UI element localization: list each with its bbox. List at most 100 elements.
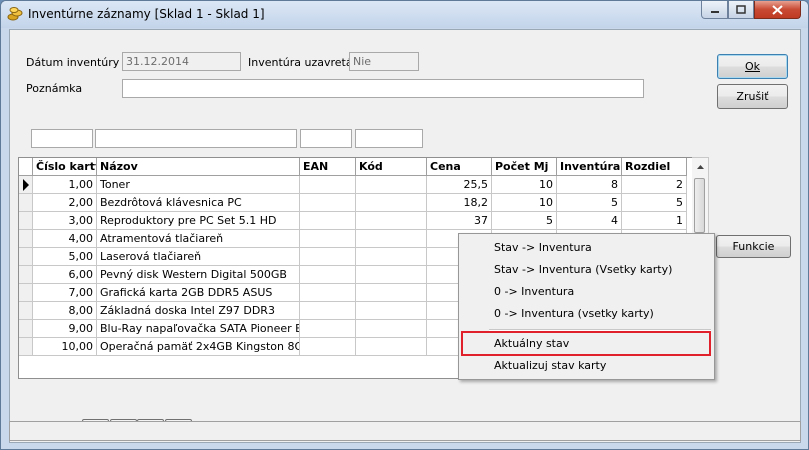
cell-card-number[interactable]: 3,00 [33,212,97,230]
note-field[interactable] [122,79,644,98]
cell-card-number[interactable]: 4,00 [33,230,97,248]
cell-quantity[interactable]: 10 [492,194,557,212]
cell-card-number[interactable]: 9,00 [33,320,97,338]
filter-name[interactable] [95,129,297,148]
col-inventory[interactable]: Inventúra [557,158,622,176]
maximize-button[interactable] [728,1,754,19]
minimize-button[interactable] [701,1,728,19]
col-price[interactable]: Cena [427,158,492,176]
cell-price[interactable]: 25,5 [427,176,492,194]
title-bar[interactable]: Inventúrne záznamy [Sklad 1 - Sklad 1] [1,1,808,28]
cell-code[interactable] [356,248,427,266]
col-ean[interactable]: EAN [300,158,356,176]
cell-inventory[interactable]: 5 [557,194,622,212]
cell-card-number[interactable]: 10,00 [33,338,97,356]
status-bar [9,421,801,441]
cell-name[interactable]: Pevný disk Western Digital 500GB [97,266,300,284]
cell-name[interactable]: Operačná pamäť 2x4GB Kingston 8GB KIT [97,338,300,356]
close-button[interactable] [754,1,801,19]
cell-ean[interactable] [300,266,356,284]
cell-name[interactable]: Bezdrôtová klávesnica PC [97,194,300,212]
cell-ean[interactable] [300,338,356,356]
row-indicator[interactable] [19,176,33,194]
cell-ean[interactable] [300,230,356,248]
row-indicator[interactable] [19,194,33,212]
cell-card-number[interactable]: 5,00 [33,248,97,266]
cell-ean[interactable] [300,248,356,266]
scroll-thumb[interactable] [694,178,705,233]
date-field[interactable]: 31.12.2014 [122,52,241,71]
col-name[interactable]: Názov [97,158,300,176]
cell-code[interactable] [356,212,427,230]
cell-quantity[interactable]: 10 [492,176,557,194]
row-indicator[interactable] [19,266,33,284]
cell-ean[interactable] [300,302,356,320]
cell-price[interactable]: 18,2 [427,194,492,212]
cell-code[interactable] [356,320,427,338]
menu-item-zero-to-inventory[interactable]: 0 -> Inventura [461,281,712,303]
cell-price[interactable]: 37 [427,212,492,230]
cell-difference[interactable]: 5 [622,194,687,212]
menu-item-update-card-stock[interactable]: Aktualizuj stav karty [461,355,712,377]
row-indicator[interactable] [19,248,33,266]
cell-card-number[interactable]: 7,00 [33,284,97,302]
functions-button-label: Funkcie [732,240,775,253]
row-indicator[interactable] [19,320,33,338]
cell-ean[interactable] [300,212,356,230]
menu-item-zero-to-inventory-all[interactable]: 0 -> Inventura (vsetky karty) [461,303,712,325]
cell-difference[interactable]: 1 [622,212,687,230]
cell-name[interactable]: Reproduktory pre PC Set 5.1 HD [97,212,300,230]
menu-item-stock-to-inventory-all[interactable]: Stav -> Inventura (Vsetky karty) [461,259,712,281]
cell-ean[interactable] [300,194,356,212]
row-indicator[interactable] [19,230,33,248]
row-indicator[interactable] [19,212,33,230]
filter-ean[interactable] [300,129,352,148]
cell-ean[interactable] [300,284,356,302]
filter-card-number[interactable] [31,129,93,148]
cancel-button[interactable]: Zrušiť [717,84,788,109]
cell-code[interactable] [356,176,427,194]
cell-code[interactable] [356,338,427,356]
col-card-number[interactable]: Číslo karty [33,158,97,176]
maximize-icon [736,5,746,14]
cell-code[interactable] [356,230,427,248]
coins-icon [7,7,23,21]
cell-code[interactable] [356,266,427,284]
cell-name[interactable]: Blu-Ray napaľovačka SATA Pioneer BDR-S [97,320,300,338]
closed-label: Inventúra uzavretá [248,56,353,69]
col-quantity[interactable]: Počet Mj [492,158,557,176]
row-indicator[interactable] [19,284,33,302]
inventory-window: Inventúrne záznamy [Sklad 1 - Sklad 1] D… [0,0,809,450]
closed-field[interactable]: Nie [349,52,419,71]
cell-card-number[interactable]: 6,00 [33,266,97,284]
cell-name[interactable]: Toner [97,176,300,194]
cell-card-number[interactable]: 2,00 [33,194,97,212]
cell-ean[interactable] [300,320,356,338]
cell-code[interactable] [356,284,427,302]
cell-ean[interactable] [300,176,356,194]
cell-name[interactable]: Grafická karta 2GB DDR5 ASUS [97,284,300,302]
filter-code[interactable] [355,129,423,148]
cell-card-number[interactable]: 1,00 [33,176,97,194]
col-difference[interactable]: Rozdiel [622,158,687,176]
row-indicator[interactable] [19,338,33,356]
row-indicator-header [19,158,33,176]
cell-name[interactable]: Atramentová tlačiareň [97,230,300,248]
cell-name[interactable]: Základná doska Intel Z97 DDR3 [97,302,300,320]
cell-card-number[interactable]: 8,00 [33,302,97,320]
cell-code[interactable] [356,194,427,212]
col-code[interactable]: Kód [356,158,427,176]
row-indicator[interactable] [19,302,33,320]
functions-button[interactable]: Funkcie [716,235,791,258]
cell-code[interactable] [356,302,427,320]
cell-inventory[interactable]: 4 [557,212,622,230]
close-icon [772,4,783,15]
cell-name[interactable]: Laserová tlačiareň [97,248,300,266]
date-label: Dátum inventúry [26,56,120,69]
menu-item-stock-to-inventory[interactable]: Stav -> Inventura [461,237,712,259]
scroll-up-icon[interactable] [693,160,708,174]
cell-inventory[interactable]: 8 [557,176,622,194]
cell-difference[interactable]: 2 [622,176,687,194]
cell-quantity[interactable]: 5 [492,212,557,230]
ok-button[interactable]: Ok [717,54,788,79]
